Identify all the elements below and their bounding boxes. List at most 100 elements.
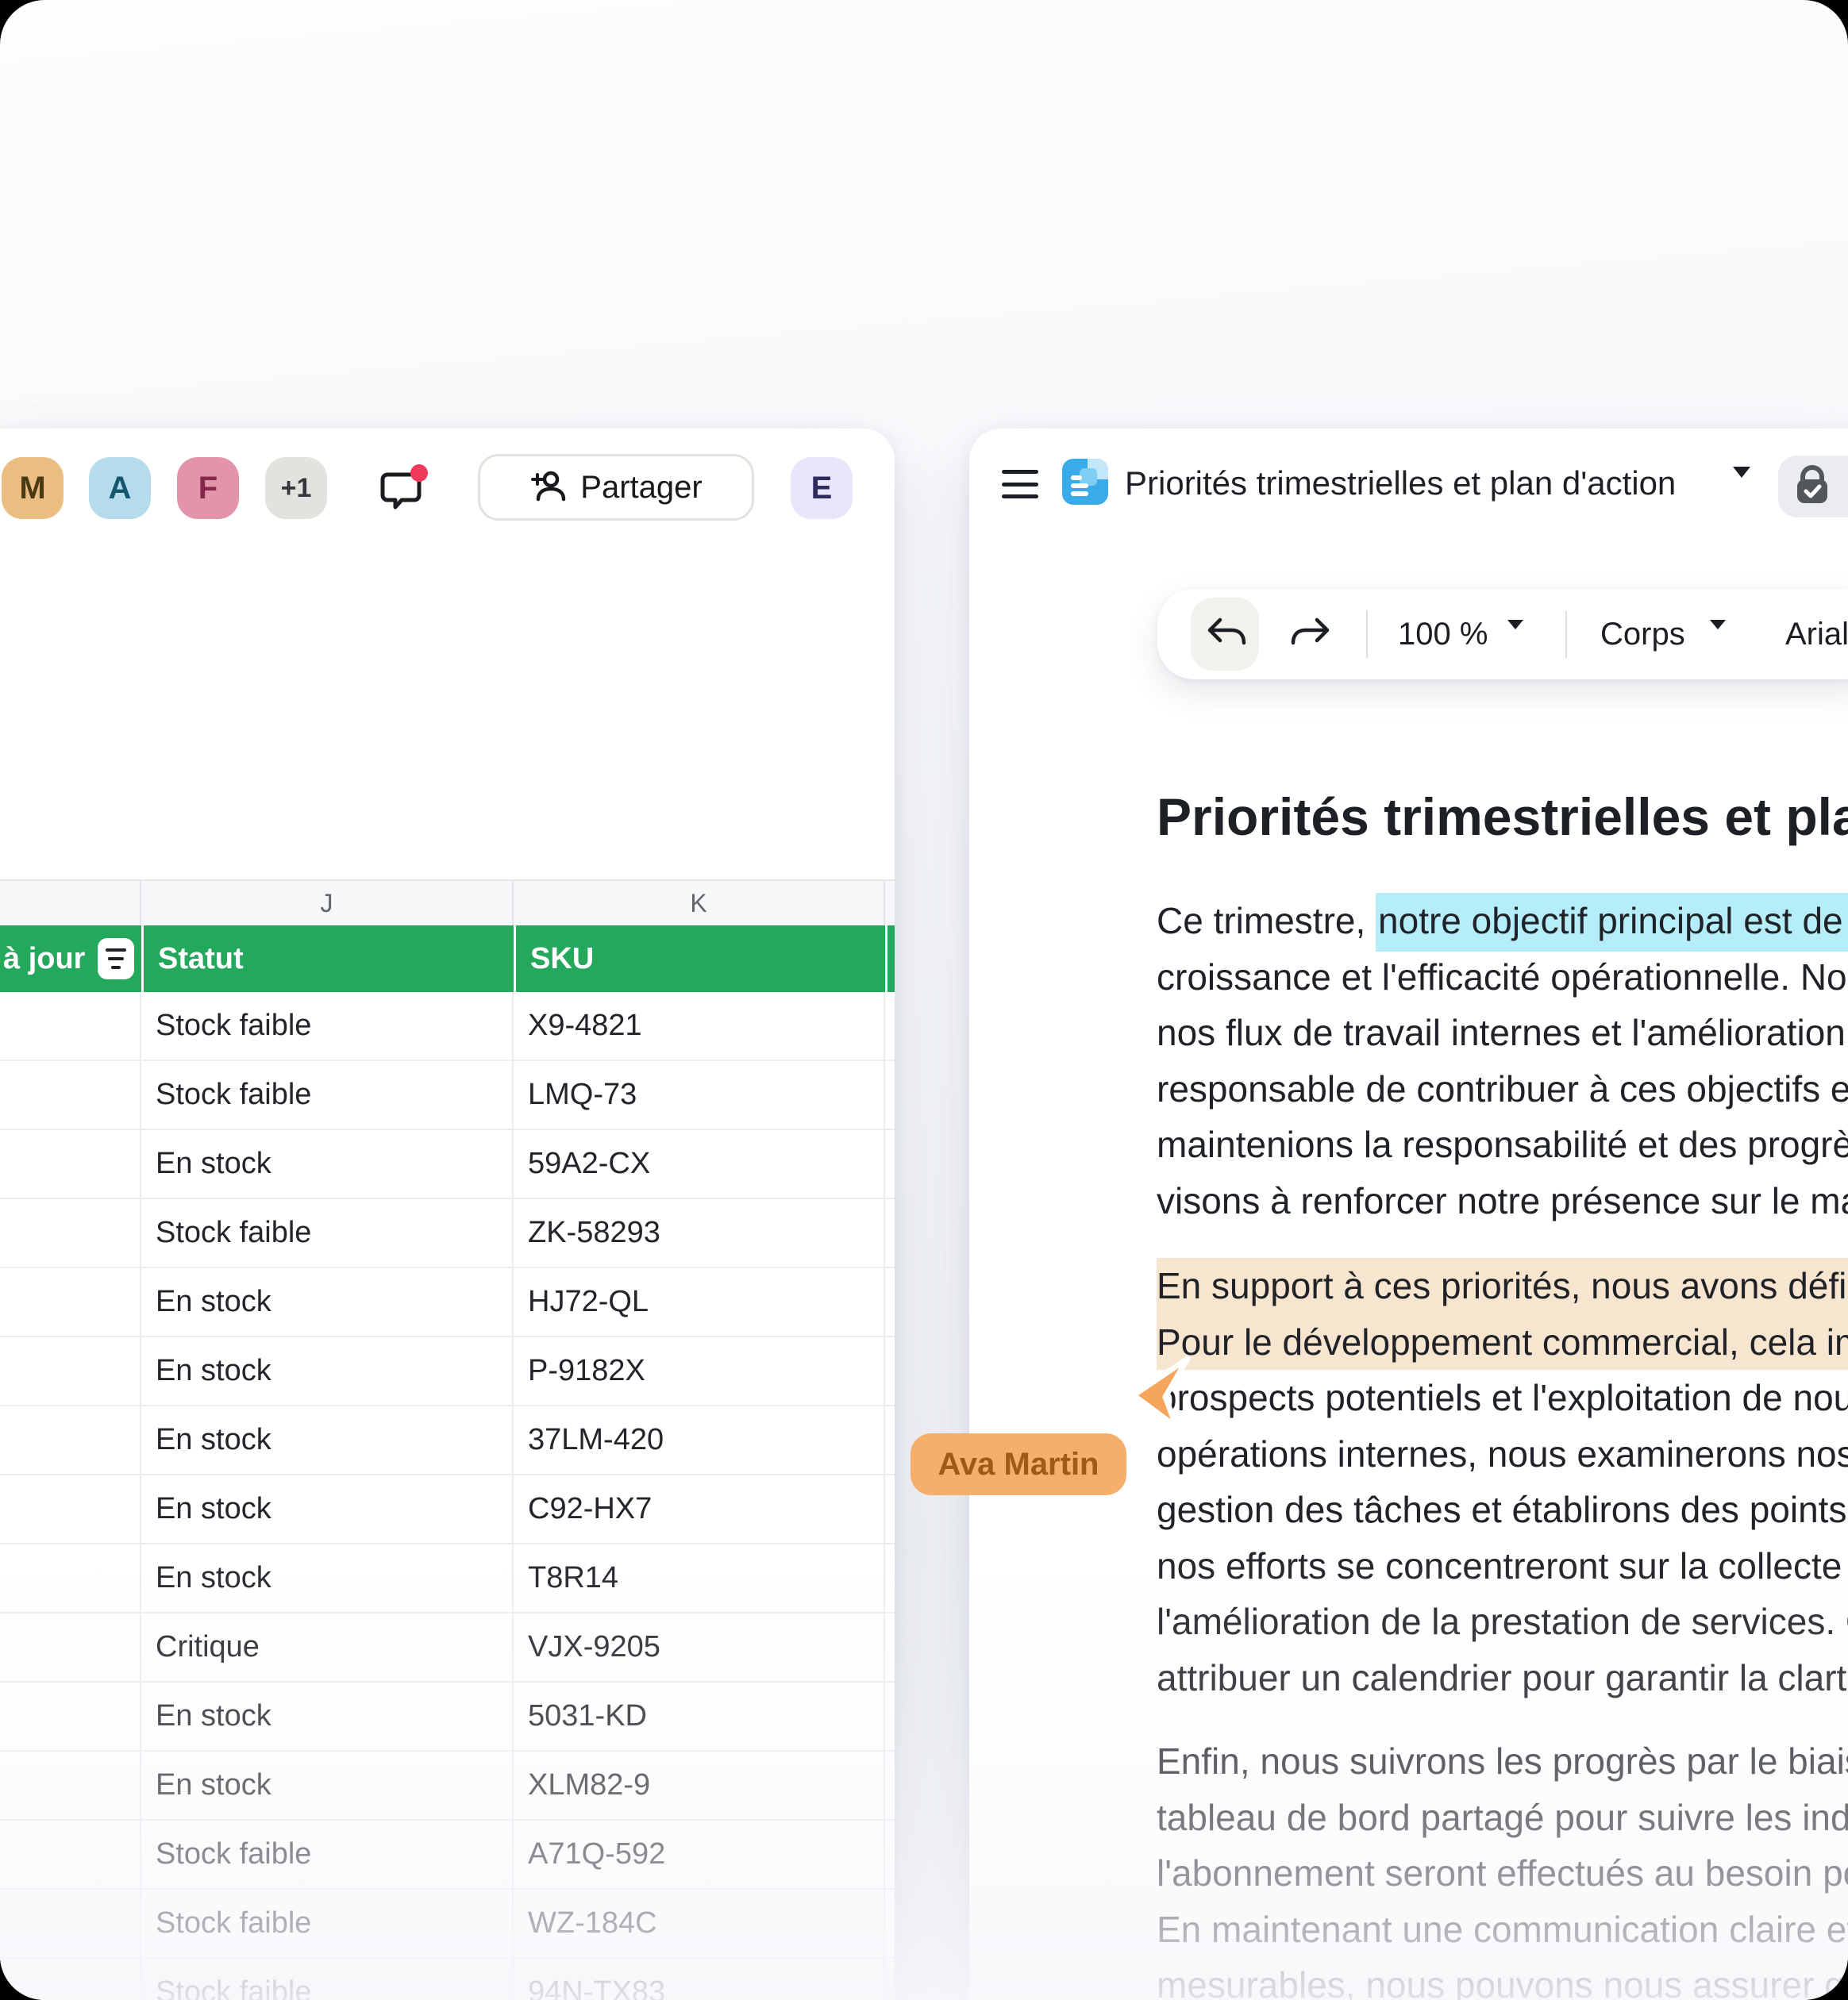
cell-blank[interactable] [0,1337,141,1405]
collaborator-overflow-badge[interactable]: +1 [265,457,327,519]
cell-blank[interactable] [0,1199,141,1267]
cell-blank[interactable] [0,1613,141,1681]
cell-blank[interactable] [0,1544,141,1612]
document-title[interactable]: Priorités trimestrielles et plan d'actio… [1125,460,1676,506]
cell-sliver[interactable] [885,1061,899,1129]
collaborator-name-badge: Ava Martin [911,1433,1126,1495]
column-letter-blank[interactable] [0,881,141,925]
chevron-down-icon [1710,620,1726,643]
redo-button[interactable] [1278,598,1346,671]
undo-button[interactable] [1191,598,1259,671]
share-button[interactable]: Partager [478,454,754,521]
collaborator-avatar-a[interactable]: A [89,457,151,519]
comment-icon [380,464,428,510]
column-letter-j[interactable]: J [141,881,514,925]
cell-sliver[interactable] [885,1890,899,1957]
cell-statut[interactable]: En stock [141,1268,514,1336]
title-dropdown[interactable] [1733,467,1750,492]
cell-sliver[interactable] [885,1337,899,1405]
cyan-highlight: notre objectif principal est de stim [1376,893,1848,952]
header-cell-statut[interactable]: Statut [141,925,514,992]
cell-blank[interactable] [0,1130,141,1198]
cell-sku[interactable]: 5031-KD [514,1683,885,1750]
cell-blank[interactable] [0,1268,141,1336]
cell-sliver[interactable] [885,1475,899,1543]
paragraph-style-select[interactable]: Corps [1600,589,1685,679]
cell-sliver[interactable] [885,1959,899,2000]
menu-button[interactable] [1002,470,1038,498]
cell-blank[interactable] [0,992,141,1060]
cell-sliver[interactable] [885,1752,899,1819]
cell-sku[interactable]: WZ-184C [514,1890,885,1957]
cell-statut[interactable]: En stock [141,1406,514,1474]
cell-statut[interactable]: Stock faible [141,1821,514,1888]
cursor-arrow-icon [1130,1356,1191,1430]
cell-statut[interactable]: En stock [141,1337,514,1405]
cell-sliver[interactable] [885,1268,899,1336]
cell-statut[interactable]: Stock faible [141,1199,514,1267]
cell-statut[interactable]: Stock faible [141,1959,514,2000]
cell-statut[interactable]: En stock [141,1130,514,1198]
cell-blank[interactable] [0,1959,141,2000]
cell-sliver[interactable] [885,1683,899,1750]
cell-sku[interactable]: ZK-58293 [514,1199,885,1267]
cell-statut[interactable]: En stock [141,1752,514,1819]
cell-statut[interactable]: En stock [141,1683,514,1750]
text-line: Ce trimestre, notre objectif principal e… [1157,893,1848,952]
cell-sku[interactable]: LMQ-73 [514,1061,885,1129]
cell-statut[interactable]: Critique [141,1613,514,1681]
paragraph-3[interactable]: Enfin, nous suivrons les progrès par le … [1157,1733,1848,2000]
cell-sliver[interactable] [885,1613,899,1681]
cell-sku[interactable]: 37LM-420 [514,1406,885,1474]
text-line: Pour le développement commercial, cela i… [1157,1321,1848,1363]
cell-sku[interactable]: 59A2-CX [514,1130,885,1198]
cell-sliver[interactable] [885,992,899,1060]
table-row: En stock HJ72-QL [0,1268,895,1337]
cell-statut[interactable]: En stock [141,1544,514,1612]
header-cell-sku[interactable]: SKU [514,925,885,992]
cell-statut[interactable]: Stock faible [141,1061,514,1129]
cell-blank[interactable] [0,1752,141,1819]
cell-blank[interactable] [0,1890,141,1957]
column-letter-sliver[interactable] [885,881,895,925]
text-line: croissance et l'efficacité opérationnell… [1157,956,1848,998]
cell-sku[interactable]: XLM82-9 [514,1752,885,1819]
cell-sliver[interactable] [885,1821,899,1888]
cell-blank[interactable] [0,1061,141,1129]
cell-sku[interactable]: A71Q-592 [514,1821,885,1888]
zoom-select-caret[interactable] [1507,620,1523,644]
collaborator-avatar-f[interactable]: F [177,457,239,519]
permissions-pill[interactable] [1778,456,1848,517]
cell-blank[interactable] [0,1406,141,1474]
cell-sliver[interactable] [885,1130,899,1198]
cell-sku[interactable]: P-9182X [514,1337,885,1405]
style-select-caret[interactable] [1710,620,1726,644]
person-add-icon [531,471,566,502]
cell-blank[interactable] [0,1821,141,1888]
cell-sliver[interactable] [885,1544,899,1612]
cell-statut[interactable]: En stock [141,1475,514,1543]
cell-sku[interactable]: T8R14 [514,1544,885,1612]
cell-blank[interactable] [0,1683,141,1750]
collaborator-avatar-m[interactable]: M [2,457,64,519]
comments-button[interactable] [376,463,433,516]
cell-sku[interactable]: X9-4821 [514,992,885,1060]
cell-statut[interactable]: Stock faible [141,1890,514,1957]
filter-icon[interactable] [98,938,135,979]
cell-sku[interactable]: C92-HX7 [514,1475,885,1543]
zoom-select[interactable]: 100 % [1398,589,1488,679]
paragraph-2[interactable]: En support à ces priorités, nous avons d… [1157,1258,1848,1706]
user-avatar-e[interactable]: E [791,457,853,519]
header-cell-left[interactable]: à jour [0,925,141,992]
cell-sku[interactable]: HJ72-QL [514,1268,885,1336]
font-select[interactable]: Arial [1785,589,1848,679]
cell-sku[interactable]: 94N-TX83 [514,1959,885,2000]
cell-sliver[interactable] [885,1199,899,1267]
cell-blank[interactable] [0,1475,141,1543]
cell-sku[interactable]: VJX-9205 [514,1613,885,1681]
paragraph-1[interactable]: Ce trimestre, notre objectif principal e… [1157,893,1848,1229]
cell-statut[interactable]: Stock faible [141,992,514,1060]
cell-sliver[interactable] [885,1406,899,1474]
text-line: responsable de contribuer à ces objectif… [1157,1067,1848,1110]
column-letter-k[interactable]: K [514,881,885,925]
